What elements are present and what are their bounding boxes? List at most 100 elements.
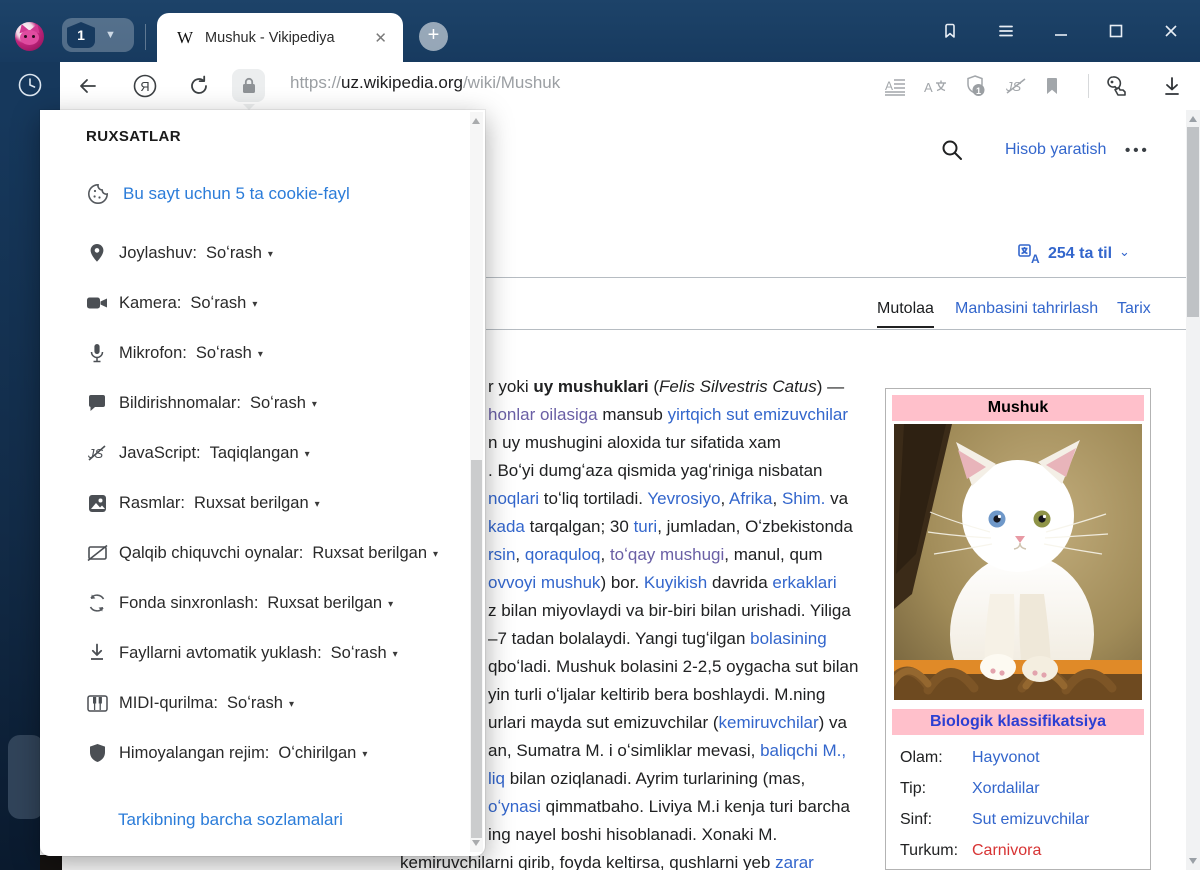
permission-value-dropdown[interactable]: Soʻrash: [331, 644, 387, 663]
article-thumbnail[interactable]: [95, 854, 375, 870]
new-tab-button[interactable]: +: [419, 22, 448, 51]
page-scrollbar[interactable]: [1186, 110, 1200, 870]
camera-icon: [86, 292, 108, 314]
site-security-button[interactable]: [232, 69, 265, 102]
article-tab-1[interactable]: Manbasini tahrirlash: [955, 300, 1098, 318]
infobox-row-link[interactable]: Xordalilar: [972, 780, 1040, 798]
search-icon[interactable]: [940, 138, 964, 162]
permission-value-dropdown[interactable]: Ruxsat berilgan: [312, 544, 427, 563]
profile-avatar[interactable]: [15, 22, 44, 51]
permission-value-dropdown[interactable]: Soʻrash: [250, 394, 306, 413]
permission-label: Fayllarni avtomatik yuklash:: [119, 644, 322, 663]
infobox-image[interactable]: [894, 424, 1142, 700]
history-clock-icon[interactable]: [16, 71, 44, 99]
reload-icon[interactable]: [185, 72, 213, 100]
permission-value-dropdown[interactable]: Soʻrash: [227, 694, 283, 713]
permission-value-dropdown[interactable]: Taqiqlangan: [210, 444, 299, 463]
infobox-row-link[interactable]: Carnivora: [972, 842, 1041, 860]
article-link[interactable]: Shim.: [782, 489, 825, 508]
reader-mode-icon[interactable]: A: [881, 72, 909, 100]
caret-down-icon[interactable]: ▾: [289, 699, 294, 710]
article-link[interactable]: erkaklari: [772, 573, 836, 592]
bookmark-icon[interactable]: [1038, 72, 1066, 100]
permission-value-dropdown[interactable]: Soʻrash: [206, 244, 262, 263]
protect-shield-icon[interactable]: 1: [962, 72, 990, 100]
article-link[interactable]: Kuyikish: [644, 573, 707, 592]
caret-down-icon[interactable]: ▾: [312, 399, 317, 410]
downloads-icon[interactable]: [1158, 72, 1186, 100]
article-tab-2[interactable]: Tarix: [1117, 300, 1151, 318]
cookies-link[interactable]: Bu sayt uchun 5 ta cookie-fayl: [123, 184, 350, 204]
scrollbar-thumb[interactable]: [471, 460, 482, 838]
language-selector[interactable]: A 254 ta til ⌄: [1018, 244, 1130, 264]
article-text: ,: [721, 489, 730, 508]
caret-down-icon[interactable]: ▾: [433, 549, 438, 560]
article-link[interactable]: rsin: [488, 545, 515, 564]
chevron-down-icon[interactable]: ▼: [105, 29, 116, 41]
panel-scrollbar[interactable]: [470, 112, 483, 852]
permission-label: Bildirishnomalar:: [119, 394, 241, 413]
infobox-row-link[interactable]: Sut emizuvchilar: [972, 811, 1089, 829]
article-link[interactable]: honlar oilasiga: [488, 405, 598, 424]
maximize-icon[interactable]: [1103, 18, 1129, 44]
bookmarks-panel-icon[interactable]: [938, 18, 964, 44]
back-icon[interactable]: [74, 72, 102, 100]
article-link[interactable]: liq: [488, 769, 505, 788]
caret-down-icon[interactable]: ▾: [258, 349, 263, 360]
scroll-up-icon[interactable]: [1189, 116, 1197, 122]
permission-value-dropdown[interactable]: Oʻchirilgan: [278, 744, 356, 763]
scroll-up-icon[interactable]: [472, 118, 480, 124]
password-manager-icon[interactable]: [1104, 72, 1132, 100]
permission-value-dropdown[interactable]: Soʻrash: [190, 294, 246, 313]
caret-down-icon[interactable]: ▾: [393, 649, 398, 660]
article-link[interactable]: bolasining: [750, 629, 827, 648]
article-link[interactable]: yirtqich sut emizuvchilar: [668, 405, 848, 424]
permission-value-dropdown[interactable]: Ruxsat berilgan: [194, 494, 309, 513]
caret-down-icon[interactable]: ▾: [388, 599, 393, 610]
article-link[interactable]: ovvoyi mushuk: [488, 573, 600, 592]
article-text: bilan oziqlanadi. Ayrim turlarining (mas…: [505, 769, 805, 788]
article-link[interactable]: qoraquloq: [525, 545, 601, 564]
caret-down-icon[interactable]: ▾: [362, 749, 367, 760]
scrollbar-thumb[interactable]: [1187, 127, 1199, 317]
create-account-link[interactable]: Hisob yaratish: [1005, 141, 1106, 159]
more-options-icon[interactable]: •••: [1125, 142, 1150, 159]
article-link[interactable]: baliqchi M.,: [760, 741, 846, 760]
caret-down-icon[interactable]: ▾: [315, 499, 320, 510]
infobox-row-link[interactable]: Hayvonot: [972, 749, 1040, 767]
article-text: ) va: [819, 713, 847, 732]
tab-close-icon[interactable]: ✕: [374, 29, 387, 47]
article-link[interactable]: toʻqay mushugi: [610, 545, 724, 564]
url-host: uz.wikipedia.org: [341, 73, 463, 92]
javascript-disabled-icon[interactable]: JS: [1002, 72, 1030, 100]
notification-icon: [86, 392, 108, 414]
article-tab-0[interactable]: Mutolaa: [877, 300, 934, 318]
minimize-icon[interactable]: [1048, 18, 1074, 44]
article-link[interactable]: Yevrosiyo: [647, 489, 720, 508]
divider: [145, 24, 146, 50]
close-window-icon[interactable]: [1158, 18, 1184, 44]
article-link[interactable]: oʻynasi: [488, 797, 541, 816]
caret-down-icon[interactable]: ▾: [268, 249, 273, 260]
article-link[interactable]: turi: [634, 517, 658, 536]
article-link[interactable]: Afrika: [729, 489, 772, 508]
menu-icon[interactable]: [993, 18, 1019, 44]
language-count: 254 ta til: [1048, 245, 1112, 263]
article-link[interactable]: noqlari: [488, 489, 539, 508]
tab-group-chip[interactable]: 1 ▼: [62, 18, 134, 52]
scroll-down-icon[interactable]: [1189, 858, 1197, 864]
address-bar[interactable]: https://uz.wikipedia.org/wiki/Mushuk: [290, 73, 560, 93]
yandex-services-icon[interactable]: Я: [131, 72, 159, 100]
scroll-down-icon[interactable]: [472, 840, 480, 846]
caret-down-icon[interactable]: ▾: [252, 299, 257, 310]
tabs-rule: [486, 329, 1186, 330]
article-link[interactable]: kada: [488, 517, 525, 536]
permission-value-dropdown[interactable]: Ruxsat berilgan: [267, 594, 382, 613]
permission-value-dropdown[interactable]: Soʻrash: [196, 344, 252, 363]
article-link[interactable]: zarar: [775, 853, 814, 870]
article-link[interactable]: kemiruvchilar: [719, 713, 819, 732]
all-content-settings-link[interactable]: Tarkibning barcha sozlamalari: [118, 810, 343, 830]
caret-down-icon[interactable]: ▾: [305, 449, 310, 460]
translate-icon[interactable]: A: [922, 72, 950, 100]
browser-tab[interactable]: W Mushuk - Vikipediya ✕: [157, 13, 403, 62]
